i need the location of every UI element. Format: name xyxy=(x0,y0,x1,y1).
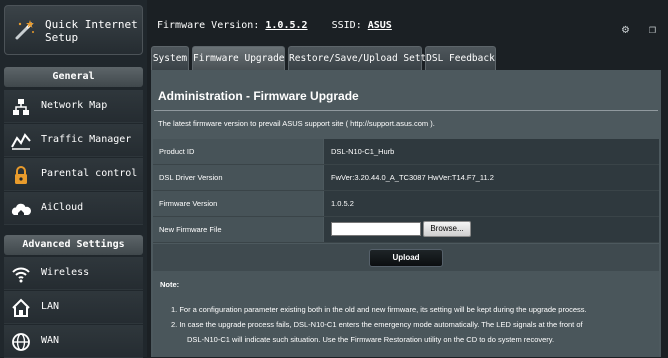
sidebar-item-wireless[interactable]: Wireless xyxy=(4,257,143,290)
sidebar-item-wan[interactable]: WAN xyxy=(4,325,143,358)
browse-button[interactable]: Browse... xyxy=(423,221,471,237)
table-row: DSL Driver Version FwVer:3.20.44.0_A_TC3… xyxy=(153,165,659,191)
lock-icon xyxy=(15,166,27,184)
copy-windows-icon[interactable]: ❐ xyxy=(649,22,656,36)
tab-dsl-feedback[interactable]: DSL Feedback xyxy=(425,46,496,70)
ssid-label: SSID: xyxy=(331,20,362,31)
row-label: New Firmware File xyxy=(153,217,323,242)
note-area: Note: 1. For a configuration parameter e… xyxy=(153,271,659,357)
magic-wand-icon xyxy=(15,20,34,40)
traffic-chart-icon xyxy=(11,133,31,150)
page-title: Administration - Firmware Upgrade xyxy=(158,89,359,103)
main-content: Firmware Version: 1.0.5.2 SSID: ASUS ⚙ ❐… xyxy=(147,0,668,357)
table-row: Product ID DSL-N10-C1_Hurb xyxy=(153,139,659,165)
sidebar-item-lan[interactable]: LAN xyxy=(4,291,143,324)
firmware-version-label: Firmware Version: xyxy=(157,20,260,31)
table-row: New Firmware File Browse... xyxy=(153,217,659,243)
advanced-settings-header: Advanced Settings xyxy=(4,235,143,255)
row-label: Firmware Version xyxy=(153,191,323,216)
top-icons: ⚙ ❐ xyxy=(612,18,656,37)
sidebar-item-parental-control[interactable]: Parental control xyxy=(4,158,143,191)
quick-internet-setup-button[interactable]: Quick Internet Setup xyxy=(4,5,143,55)
firmware-upgrade-panel: Administration - Firmware Upgrade The la… xyxy=(151,70,661,357)
settings-gear-icon[interactable]: ⚙ xyxy=(622,22,629,36)
home-icon xyxy=(12,298,30,317)
title-divider xyxy=(154,110,658,111)
status-bar: Firmware Version: 1.0.5.2 SSID: ASUS xyxy=(157,20,392,31)
row-value: DSL-N10-C1_Hurb xyxy=(324,139,659,164)
cloud-home-icon xyxy=(11,203,31,215)
sidebar-item-aicloud[interactable]: AiCloud xyxy=(4,192,143,225)
note-item: 2. In case the upgrade process fails, DS… xyxy=(171,320,583,329)
note-item: 1. For a configuration parameter existin… xyxy=(171,305,587,314)
sidebar-item-network-map[interactable]: Network Map xyxy=(4,90,143,123)
page-description: The latest firmware version to prevail A… xyxy=(158,119,435,128)
sidebar-item-label: WAN xyxy=(41,335,60,346)
firmware-file-input[interactable] xyxy=(331,222,421,236)
row-label: Product ID xyxy=(153,139,323,164)
general-header: General xyxy=(4,67,143,87)
sidebar-item-label: AiCloud xyxy=(41,202,84,213)
sidebar-item-label: Traffic Manager xyxy=(41,134,132,145)
tab-system[interactable]: System xyxy=(151,46,189,70)
tab-restore-save-upload[interactable]: Restore/Save/Upload Setting xyxy=(288,46,443,70)
sidebar-item-label: LAN xyxy=(41,301,60,312)
globe-icon xyxy=(12,333,30,351)
sidebar: Quick Internet Setup General Network Map… xyxy=(0,0,147,358)
row-value: FwVer:3.20.44.0_A_TC3087 HwVer:T14.F7_11… xyxy=(324,165,659,190)
note-label: Note: xyxy=(160,280,180,289)
table-row: Firmware Version 1.0.5.2 xyxy=(153,191,659,217)
qis-label: Quick Internet Setup xyxy=(45,18,138,44)
ssid-link[interactable]: ASUS xyxy=(368,20,392,31)
upload-button[interactable]: Upload xyxy=(369,249,443,267)
sidebar-item-label: Wireless xyxy=(41,267,90,278)
row-value: 1.0.5.2 xyxy=(324,191,659,216)
wifi-icon xyxy=(12,267,30,283)
row-value: Browse... xyxy=(324,217,659,242)
upload-row: Upload xyxy=(153,244,659,271)
note-item: DSL-N10-C1 will indicate such situation.… xyxy=(187,335,555,344)
network-map-icon xyxy=(13,99,29,115)
sidebar-item-traffic-manager[interactable]: Traffic Manager xyxy=(4,124,143,157)
tab-firmware-upgrade[interactable]: Firmware Upgrade xyxy=(192,46,285,70)
sidebar-item-label: Network Map xyxy=(41,100,108,111)
firmware-version-link[interactable]: 1.0.5.2 xyxy=(265,20,307,31)
sidebar-item-label: Parental control xyxy=(41,168,138,179)
row-label: DSL Driver Version xyxy=(153,165,323,190)
